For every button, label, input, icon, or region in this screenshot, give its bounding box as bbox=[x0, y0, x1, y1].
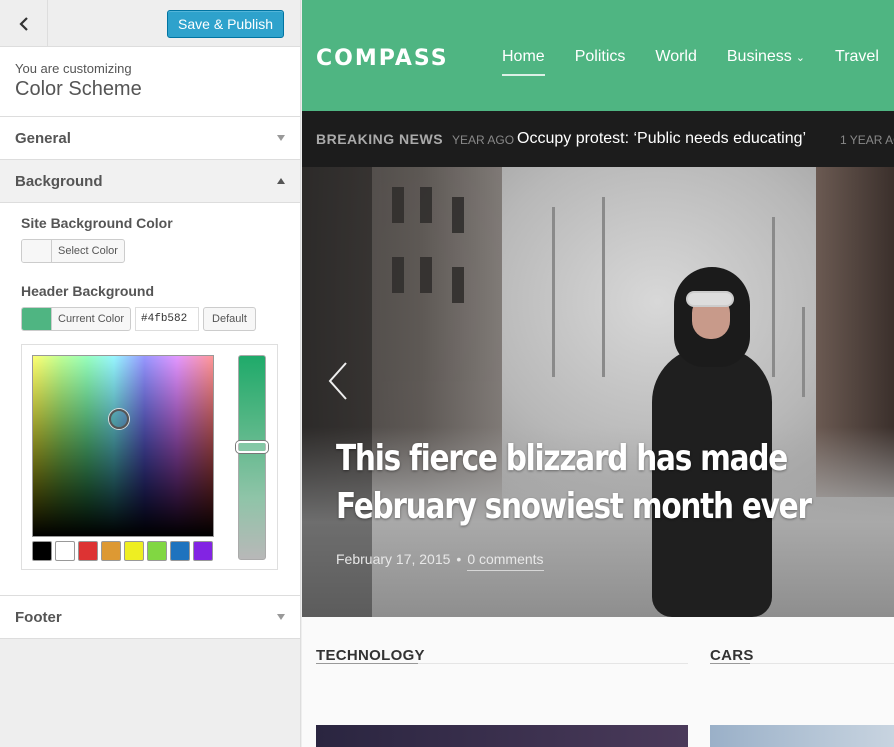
expand-arrow-icon bbox=[277, 614, 285, 620]
category-technology[interactable]: TECHNOLOGY bbox=[316, 647, 425, 664]
hero-comments-link[interactable]: 0 comments bbox=[467, 551, 544, 571]
header-bg-label: Header Background bbox=[21, 283, 155, 299]
site-bg-swatch bbox=[22, 240, 52, 262]
main-nav: Home Politics World Business ⌄ Travel bbox=[502, 48, 879, 76]
header-bg-button-label: Current Color bbox=[58, 313, 125, 325]
palette-swatch[interactable] bbox=[170, 541, 190, 561]
saturation-handle[interactable] bbox=[109, 409, 129, 429]
customizing-label: You are customizing bbox=[15, 61, 132, 76]
ticker-time-right: 1 YEAR AG bbox=[840, 133, 894, 147]
technology-thumbnail[interactable] bbox=[316, 725, 688, 747]
site-logo[interactable]: COMPASS bbox=[316, 46, 449, 71]
nav-item-world[interactable]: World bbox=[655, 48, 697, 72]
palette-swatch[interactable] bbox=[193, 541, 213, 561]
collapse-arrow-icon bbox=[277, 178, 285, 184]
palette-swatch[interactable] bbox=[32, 541, 52, 561]
cars-thumbnail[interactable] bbox=[710, 725, 894, 747]
section-general[interactable]: General bbox=[0, 117, 300, 160]
hero-meta: February 17, 2015 • 0 comments bbox=[336, 551, 544, 571]
nav-item-business-label: Business bbox=[726, 48, 792, 65]
palette-swatch[interactable] bbox=[124, 541, 144, 561]
expand-arrow-icon bbox=[277, 135, 285, 141]
customizing-info: You are customizing Color Scheme bbox=[0, 47, 300, 117]
nav-item-business[interactable]: Business ⌄ bbox=[727, 48, 805, 72]
site-header: COMPASS Home Politics World Business ⌄ Tr… bbox=[302, 0, 894, 111]
header-bg-swatch bbox=[22, 308, 52, 330]
section-background-label: Background bbox=[15, 172, 103, 190]
hero-title[interactable]: This fierce blizzard has made February s… bbox=[336, 435, 828, 531]
customizing-title: Color Scheme bbox=[15, 78, 142, 100]
customizer-sidebar: Save & Publish You are customizing Color… bbox=[0, 0, 301, 747]
header-bg-current-color-button[interactable]: Current Color bbox=[21, 307, 132, 331]
hue-slider-handle[interactable] bbox=[236, 441, 268, 453]
ticker-headline[interactable]: Occupy protest: ‘Public needs educating’ bbox=[517, 130, 806, 148]
chevron-left-icon bbox=[18, 16, 28, 31]
slider-prev-icon[interactable] bbox=[324, 359, 354, 403]
nav-item-politics[interactable]: Politics bbox=[575, 48, 626, 72]
color-picker bbox=[21, 344, 278, 570]
hero-date: February 17, 2015 bbox=[336, 551, 451, 567]
hue-slider[interactable] bbox=[236, 355, 268, 560]
palette-swatch[interactable] bbox=[101, 541, 121, 561]
background-controls: Site Background Color Select Color Heade… bbox=[0, 203, 300, 596]
saturation-square[interactable] bbox=[32, 355, 214, 537]
site-bg-label: Site Background Color bbox=[21, 215, 173, 231]
palette-swatch[interactable] bbox=[55, 541, 75, 561]
header-bg-default-button[interactable]: Default bbox=[203, 307, 256, 331]
header-bg-hex-input[interactable] bbox=[135, 307, 200, 331]
site-bg-button-label: Select Color bbox=[58, 245, 118, 257]
section-footer[interactable]: Footer bbox=[0, 596, 300, 639]
nav-item-home[interactable]: Home bbox=[502, 48, 545, 76]
hero-slider: This fierce blizzard has made February s… bbox=[302, 167, 894, 617]
palette-swatch[interactable] bbox=[147, 541, 167, 561]
section-background[interactable]: Background bbox=[0, 160, 300, 203]
breaking-news-ticker: BREAKING NEWS YEAR AGO Occupy protest: ‘… bbox=[302, 111, 894, 167]
back-button[interactable] bbox=[0, 0, 48, 47]
site-preview: COMPASS Home Politics World Business ⌄ Tr… bbox=[302, 0, 894, 747]
content-area: TECHNOLOGY CARS bbox=[302, 617, 894, 747]
palette-swatch[interactable] bbox=[78, 541, 98, 561]
save-publish-button[interactable]: Save & Publish bbox=[167, 10, 284, 38]
palette-swatches bbox=[32, 541, 213, 561]
sidebar-header: Save & Publish bbox=[0, 0, 300, 47]
category-cars[interactable]: CARS bbox=[710, 647, 754, 664]
nav-item-travel[interactable]: Travel bbox=[835, 48, 879, 72]
site-bg-select-color-button[interactable]: Select Color bbox=[21, 239, 125, 263]
section-footer-label: Footer bbox=[15, 608, 62, 626]
chevron-down-icon: ⌄ bbox=[795, 52, 806, 64]
ticker-time-left: YEAR AGO bbox=[452, 133, 515, 147]
section-general-label: General bbox=[15, 129, 71, 147]
breaking-news-label: BREAKING NEWS bbox=[316, 131, 444, 147]
